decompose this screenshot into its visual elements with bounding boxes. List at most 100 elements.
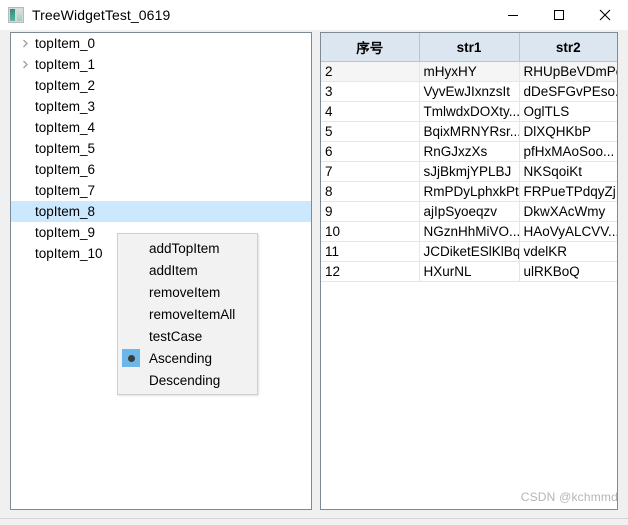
- cell-str1[interactable]: mHyxHY: [419, 61, 520, 82]
- cell-str2[interactable]: dDeSFGvPEso...: [519, 81, 617, 102]
- menu-item-label: addTopItem: [149, 240, 220, 256]
- table-row[interactable]: 10 NGznHhMiVO... HAoVyALCVV...: [321, 221, 617, 242]
- minimize-icon: [508, 15, 518, 16]
- cell-str2[interactable]: HAoVyALCVV...: [519, 221, 617, 242]
- close-icon: [599, 9, 611, 21]
- cell-str2[interactable]: DlXQHKbP: [519, 121, 617, 142]
- menu-item-label: testCase: [149, 328, 203, 344]
- cell-index[interactable]: 9: [321, 201, 420, 222]
- cell-str1[interactable]: NGznHhMiVO...: [419, 221, 520, 242]
- cell-str2[interactable]: vdelKR: [519, 241, 617, 262]
- tree-item-label: topItem_0: [35, 36, 96, 51]
- table-row[interactable]: 3 VyvEwJIxnzsIt dDeSFGvPEso...: [321, 81, 617, 102]
- cell-index[interactable]: 6: [321, 141, 420, 162]
- cell-str1[interactable]: RmPDyLphxkPt: [419, 181, 520, 202]
- table-row[interactable]: 6 RnGJxzXs pfHxMAoSoo...: [321, 141, 617, 162]
- data-table: 序号 str1 str2 2 mHyxHY RHUpBeVDmPe 3 VyvE…: [321, 33, 617, 282]
- menu-item-ascending[interactable]: Ascending: [118, 347, 257, 369]
- table-row[interactable]: 9 ajIpSyoeqzv DkwXAcWmy: [321, 201, 617, 222]
- column-header-index[interactable]: 序号: [321, 33, 420, 62]
- menu-check-slot: [118, 325, 144, 347]
- cell-index[interactable]: 11: [321, 241, 420, 262]
- column-header-str1[interactable]: str1: [419, 33, 520, 62]
- tree-item[interactable]: topItem_6: [11, 159, 311, 180]
- menu-item-label: Ascending: [149, 350, 213, 366]
- tree-item-selected[interactable]: topItem_8: [11, 201, 311, 222]
- menu-item-test-case[interactable]: testCase: [118, 325, 257, 347]
- menu-item-add-item[interactable]: addItem: [118, 259, 257, 281]
- cell-index[interactable]: 2: [321, 61, 420, 82]
- menu-item-label: addItem: [149, 262, 198, 278]
- menu-item-remove-item[interactable]: removeItem: [118, 281, 257, 303]
- menu-item-label: Descending: [149, 372, 221, 388]
- tree-item[interactable]: topItem_0: [11, 33, 311, 54]
- table-row[interactable]: 4 TmlwdxDOXty... OglTLS: [321, 101, 617, 122]
- maximize-icon: [554, 10, 564, 20]
- menu-item-remove-item-all[interactable]: removeItemAll: [118, 303, 257, 325]
- cell-str1[interactable]: ajIpSyoeqzv: [419, 201, 520, 222]
- app-icon: [8, 7, 24, 23]
- cell-str2[interactable]: pfHxMAoSoo...: [519, 141, 617, 162]
- cell-str2[interactable]: OglTLS: [519, 101, 617, 122]
- cell-str2[interactable]: ulRKBoQ: [519, 261, 617, 282]
- cell-index[interactable]: 12: [321, 261, 420, 282]
- menu-item-descending[interactable]: Descending: [118, 369, 257, 391]
- cell-str2[interactable]: DkwXAcWmy: [519, 201, 617, 222]
- cell-str1[interactable]: RnGJxzXs: [419, 141, 520, 162]
- window-controls: [490, 0, 628, 30]
- cell-str1[interactable]: TmlwdxDOXty...: [419, 101, 520, 122]
- cell-index[interactable]: 7: [321, 161, 420, 182]
- cell-str2[interactable]: RHUpBeVDmPe: [519, 61, 617, 82]
- menu-item-label: removeItemAll: [149, 306, 236, 322]
- radio-dot: [127, 354, 135, 362]
- table-row[interactable]: 2 mHyxHY RHUpBeVDmPe: [321, 61, 617, 82]
- table-row[interactable]: 7 sJjBkmjYPLBJ NKSqoiKt: [321, 161, 617, 182]
- title-bar: TreeWidgetTest_0619: [0, 0, 628, 30]
- close-button[interactable]: [582, 0, 628, 30]
- minimize-button[interactable]: [490, 0, 536, 30]
- tree-item[interactable]: topItem_1: [11, 54, 311, 75]
- cell-index[interactable]: 10: [321, 221, 420, 242]
- cell-index[interactable]: 3: [321, 81, 420, 102]
- column-header-str2[interactable]: str2: [519, 33, 617, 62]
- cell-str1[interactable]: sJjBkmjYPLBJ: [419, 161, 520, 182]
- chevron-right-icon[interactable]: [17, 39, 33, 48]
- window-title: TreeWidgetTest_0619: [32, 7, 171, 23]
- cell-str1[interactable]: VyvEwJIxnzsIt: [419, 81, 520, 102]
- tree-item-label: topItem_10: [35, 246, 103, 261]
- menu-check-slot: [118, 347, 144, 369]
- cell-index[interactable]: 4: [321, 101, 420, 122]
- menu-item-add-top-item[interactable]: addTopItem: [118, 237, 257, 259]
- table-row[interactable]: 5 BqixMRNYRsr... DlXQHKbP: [321, 121, 617, 142]
- tree-item[interactable]: topItem_2: [11, 75, 311, 96]
- tree-item[interactable]: topItem_3: [11, 96, 311, 117]
- cell-str1[interactable]: HXurNL: [419, 261, 520, 282]
- tree-item-label: topItem_4: [35, 120, 96, 135]
- table-widget[interactable]: 序号 str1 str2 2 mHyxHY RHUpBeVDmPe 3 VyvE…: [320, 32, 618, 510]
- chevron-right-icon[interactable]: [17, 60, 33, 69]
- tree-item-label: topItem_8: [35, 204, 96, 219]
- table-header-row: 序号 str1 str2: [321, 33, 617, 62]
- menu-check-slot: [118, 237, 144, 259]
- tree-item[interactable]: topItem_4: [11, 117, 311, 138]
- menu-check-slot: [118, 369, 144, 391]
- context-menu[interactable]: addTopItem addItem removeItem removeItem…: [117, 233, 258, 395]
- cell-str1[interactable]: JCDiketESlKlBq: [419, 241, 520, 262]
- maximize-button[interactable]: [536, 0, 582, 30]
- cell-str2[interactable]: FRPueTPdqyZj...: [519, 181, 617, 202]
- tree-item-label: topItem_9: [35, 225, 96, 240]
- tree-item-label: topItem_7: [35, 183, 96, 198]
- window-client-area: topItem_0 topItem_1 topItem_2 topItem_3 …: [0, 30, 628, 518]
- tree-item-label: topItem_5: [35, 141, 96, 156]
- table-row[interactable]: 12 HXurNL ulRKBoQ: [321, 261, 617, 282]
- cell-index[interactable]: 8: [321, 181, 420, 202]
- cell-index[interactable]: 5: [321, 121, 420, 142]
- tree-item-label: topItem_6: [35, 162, 96, 177]
- cell-str1[interactable]: BqixMRNYRsr...: [419, 121, 520, 142]
- table-row[interactable]: 8 RmPDyLphxkPt FRPueTPdqyZj...: [321, 181, 617, 202]
- table-row[interactable]: 11 JCDiketESlKlBq vdelKR: [321, 241, 617, 262]
- tree-item[interactable]: topItem_7: [11, 180, 311, 201]
- menu-item-label: removeItem: [149, 284, 221, 300]
- tree-item[interactable]: topItem_5: [11, 138, 311, 159]
- cell-str2[interactable]: NKSqoiKt: [519, 161, 617, 182]
